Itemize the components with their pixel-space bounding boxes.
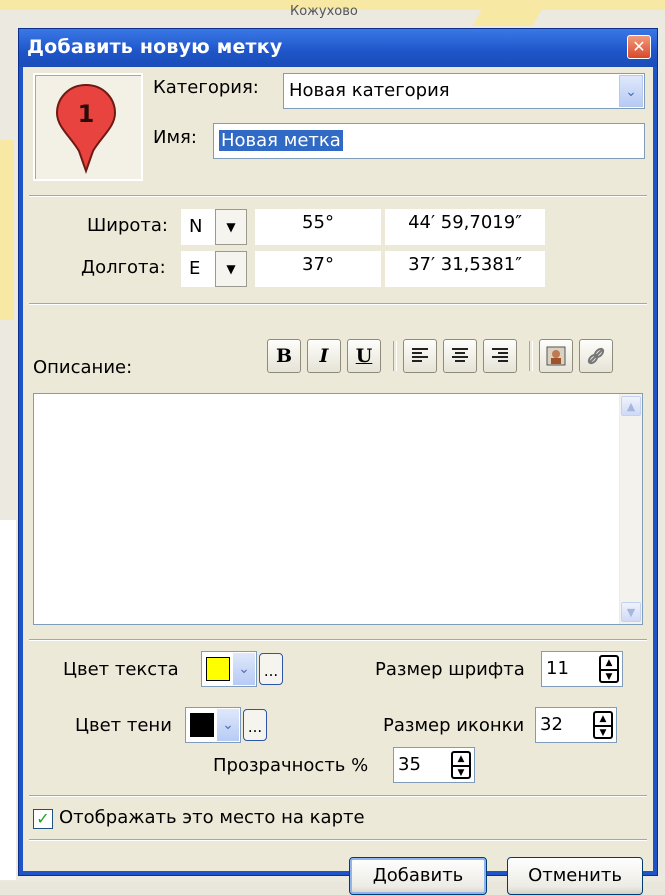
cancel-button[interactable]: Отменить [507, 857, 643, 895]
chevron-down-icon[interactable]: ⌄ [217, 709, 239, 741]
spin-down-icon[interactable]: ▼ [601, 669, 617, 683]
spin-down-icon[interactable]: ▼ [453, 765, 469, 779]
category-select[interactable]: Новая категория ⌄ [283, 73, 645, 109]
shadow-color-label: Цвет тени [75, 715, 172, 736]
longitude-hemisphere-dropdown[interactable]: ▼ [215, 251, 247, 287]
italic-icon: I [319, 345, 329, 367]
font-size-label: Размер шрифта [375, 659, 525, 680]
spin-updown-icon[interactable]: ▲ ▼ [593, 711, 613, 739]
shadow-color-swatch [190, 713, 214, 737]
shadow-color-more-button[interactable]: ... [243, 709, 267, 741]
add-placemark-dialog: Добавить новую метку ✕ 1 Категория: Нова… [18, 28, 658, 895]
underline-icon: U [355, 345, 373, 367]
spin-up-icon[interactable]: ▲ [601, 657, 617, 669]
close-icon: ✕ [632, 37, 646, 56]
latitude-label: Широта: [87, 215, 168, 236]
bold-button[interactable]: B [267, 339, 301, 373]
image-icon [546, 346, 566, 366]
latitude-hemisphere-dropdown[interactable]: ▼ [215, 209, 247, 245]
longitude-degrees-value: 37° [302, 254, 334, 275]
latitude-hemisphere-value: N [189, 216, 203, 237]
show-on-map-checkbox[interactable]: ✓ [33, 809, 53, 829]
longitude-degrees[interactable]: 37° [255, 251, 381, 287]
link-icon [587, 347, 605, 365]
shadow-color-picker[interactable]: ⌄ [185, 707, 241, 743]
scroll-up-icon[interactable]: ▲ [621, 396, 641, 416]
map-pin-icon: 1 [55, 83, 117, 175]
latitude-minutes-seconds-value: 44′ 59,7019″ [408, 212, 522, 233]
chevron-down-icon[interactable]: ⌄ [233, 653, 255, 685]
text-color-swatch [206, 657, 230, 681]
dialog-title: Добавить новую метку [27, 36, 283, 58]
name-value: Новая метка [219, 130, 343, 151]
caret-down-icon: ▼ [226, 262, 236, 276]
scroll-down-icon[interactable]: ▼ [621, 602, 641, 622]
latitude-minutes-seconds[interactable]: 44′ 59,7019″ [385, 209, 545, 245]
align-left-icon [412, 348, 428, 362]
text-color-label: Цвет текста [63, 659, 179, 680]
category-value: Новая категория [289, 80, 450, 101]
insert-image-button[interactable] [539, 339, 573, 373]
add-button-label: Добавить [372, 865, 464, 886]
latitude-degrees[interactable]: 55° [255, 209, 381, 245]
italic-button[interactable]: I [307, 339, 341, 373]
marker-preview[interactable]: 1 [33, 73, 143, 181]
longitude-label: Долгота: [81, 257, 166, 278]
spin-updown-icon[interactable]: ▲ ▼ [599, 655, 619, 683]
icon-size-spinner[interactable]: 32 ▲ ▼ [535, 707, 617, 743]
latitude-degrees-value: 55° [302, 212, 334, 233]
spin-updown-icon[interactable]: ▲ ▼ [451, 751, 471, 779]
text-color-picker[interactable]: ⌄ [201, 651, 257, 687]
spin-down-icon[interactable]: ▼ [595, 725, 611, 739]
icon-size-value: 32 [540, 714, 563, 735]
icon-size-label: Размер иконки [383, 715, 525, 736]
opacity-value: 35 [398, 754, 421, 775]
longitude-minutes-seconds-value: 37′ 31,5381″ [408, 254, 522, 275]
spin-up-icon[interactable]: ▲ [453, 753, 469, 765]
description-scrollbar[interactable]: ▲ ▼ [619, 394, 642, 624]
description-textarea[interactable]: ▲ ▼ [33, 393, 643, 625]
align-right-button[interactable] [483, 339, 517, 373]
title-bar[interactable]: Добавить новую метку ✕ [19, 29, 657, 67]
add-button[interactable]: Добавить [349, 857, 487, 895]
show-on-map-label[interactable]: Отображать это место на карте [59, 807, 365, 828]
description-label: Описание: [33, 357, 133, 378]
insert-link-button[interactable] [579, 339, 613, 373]
cancel-button-label: Отменить [528, 865, 622, 886]
longitude-hemisphere[interactable]: E [181, 251, 217, 287]
chevron-down-icon[interactable]: ⌄ [619, 75, 643, 107]
map-place-label: Кожухово [290, 4, 358, 19]
checkmark-icon: ✓ [36, 809, 50, 828]
name-label: Имя: [153, 127, 197, 148]
spin-up-icon[interactable]: ▲ [595, 713, 611, 725]
ellipsis-icon: ... [247, 718, 263, 736]
dialog-body: 1 Категория: Новая категория ⌄ Имя: Нова… [23, 67, 653, 895]
category-label: Категория: [153, 77, 259, 98]
align-right-icon [492, 348, 508, 362]
latitude-hemisphere[interactable]: N [181, 209, 217, 245]
name-input[interactable]: Новая метка [213, 123, 645, 159]
opacity-spinner[interactable]: 35 ▲ ▼ [393, 747, 475, 783]
bold-icon: B [275, 345, 293, 367]
longitude-hemisphere-value: E [189, 258, 201, 279]
text-color-more-button[interactable]: ... [259, 653, 283, 685]
ellipsis-icon: ... [263, 662, 279, 680]
align-center-icon [452, 348, 468, 362]
close-button[interactable]: ✕ [627, 35, 651, 59]
font-size-spinner[interactable]: 11 ▲ ▼ [541, 651, 623, 687]
font-size-value: 11 [546, 658, 569, 679]
underline-button[interactable]: U [347, 339, 381, 373]
marker-number: 1 [78, 100, 95, 128]
opacity-label: Прозрачность % [213, 755, 369, 776]
align-center-button[interactable] [443, 339, 477, 373]
longitude-minutes-seconds[interactable]: 37′ 31,5381″ [385, 251, 545, 287]
align-left-button[interactable] [403, 339, 437, 373]
caret-down-icon: ▼ [226, 220, 236, 234]
